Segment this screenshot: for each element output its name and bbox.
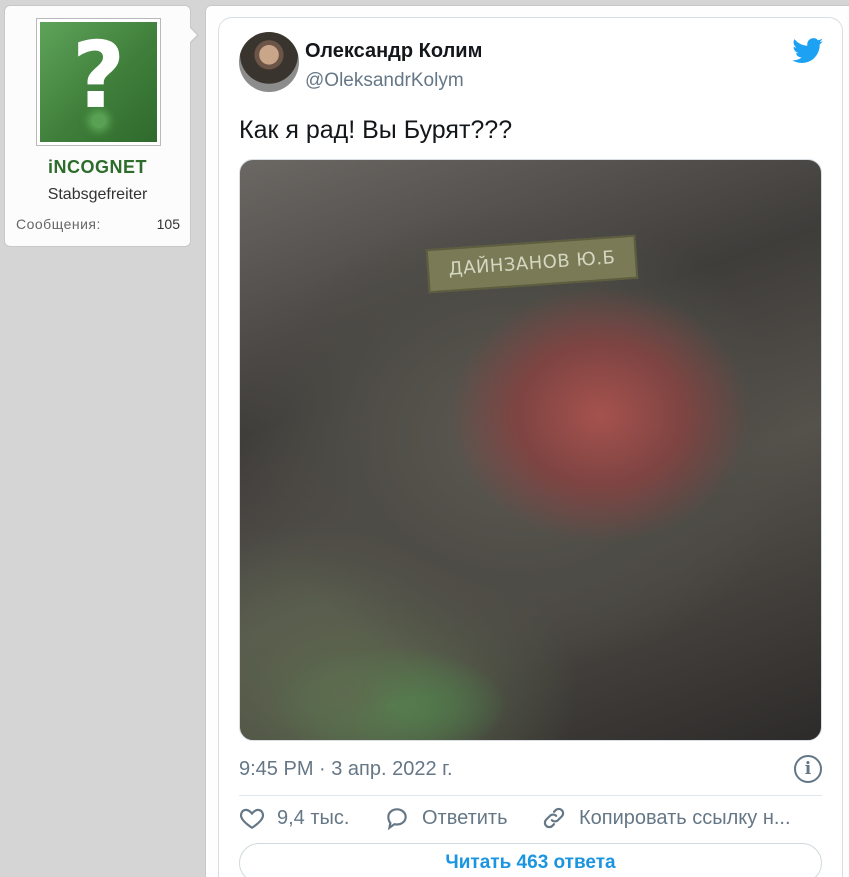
user-avatar[interactable]: ? bbox=[36, 18, 161, 146]
heart-icon bbox=[239, 808, 265, 830]
username-link[interactable]: iNCOGNET bbox=[5, 157, 190, 178]
copy-link-label: Копировать ссылку н... bbox=[579, 806, 791, 829]
embedded-tweet: Олександр Колим @OleksandrKolym Как я ра… bbox=[218, 17, 843, 877]
messages-count-row: Сообщения: 105 bbox=[16, 216, 180, 232]
copy-link-button[interactable]: Копировать ссылку н... bbox=[541, 805, 836, 831]
info-icon[interactable]: i bbox=[794, 755, 822, 783]
like-button[interactable]: 9,4 тыс. bbox=[239, 805, 384, 831]
messages-count: 105 bbox=[156, 216, 180, 232]
link-icon bbox=[543, 807, 565, 829]
tweet-author-handle[interactable]: @OleksandrKolym bbox=[305, 70, 464, 92]
actions-divider bbox=[239, 795, 822, 796]
card-pointer bbox=[189, 26, 199, 44]
user-title: Stabsgefreiter bbox=[47, 186, 148, 203]
like-count: 9,4 тыс. bbox=[277, 806, 350, 829]
photo-name-tape: ДАЙНЗАНОВ Ю.Б bbox=[425, 234, 639, 294]
reply-bubble-icon bbox=[387, 808, 407, 831]
messages-label: Сообщения: bbox=[16, 216, 101, 232]
tweet-text: Как я рад! Вы Бурят??? bbox=[239, 116, 513, 144]
tweet-author-avatar[interactable] bbox=[239, 32, 299, 92]
reply-label: Ответить bbox=[422, 806, 508, 829]
tweet-photo[interactable]: ДАЙНЗАНОВ Ю.Б bbox=[239, 159, 822, 741]
tweet-actions-bar: 9,4 тыс. Ответить Копировать ссылку н... bbox=[239, 803, 836, 833]
user-info-card: ? iNCOGNET Stabsgefreiter Сообщения: 105 bbox=[4, 5, 199, 247]
twitter-bird-icon[interactable] bbox=[792, 38, 824, 64]
reply-button[interactable]: Ответить bbox=[384, 805, 541, 831]
question-mark-icon: ? bbox=[40, 22, 157, 142]
tweet-author-name[interactable]: Олександр Колим bbox=[305, 40, 482, 63]
read-replies-button[interactable]: Читать 463 ответа bbox=[239, 843, 822, 877]
tweet-timestamp[interactable]: 9:45 PM · 3 апр. 2022 г. bbox=[239, 758, 453, 781]
